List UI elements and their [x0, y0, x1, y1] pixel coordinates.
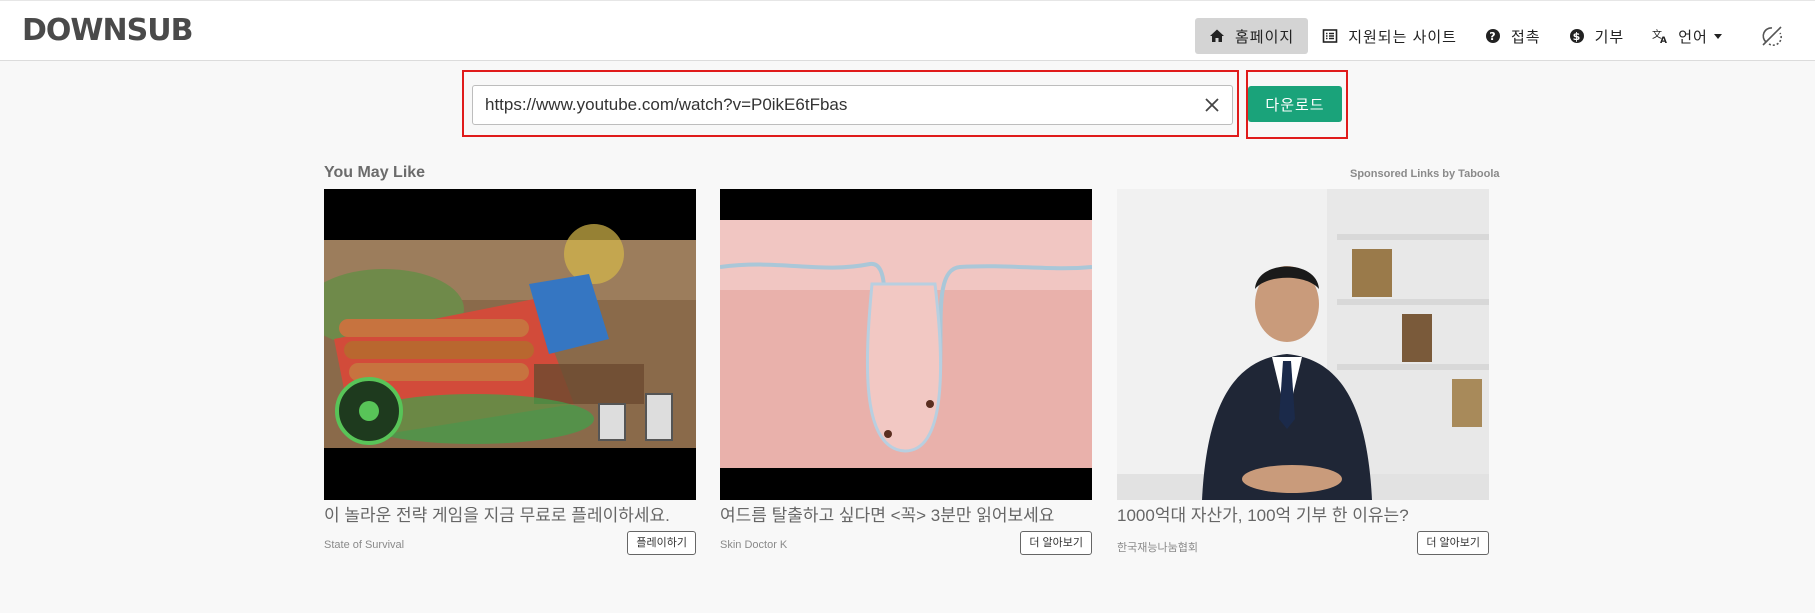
ad-card-skin[interactable]: 여드름 탈출하고 싶다면 <꼭> 3분만 읽어보세요 Skin Doctor K…: [720, 189, 1092, 557]
learn-more-button[interactable]: 더 알아보기: [1417, 531, 1489, 555]
nav-label: 홈페이지: [1235, 28, 1295, 46]
nav-item-home[interactable]: 홈페이지: [1195, 18, 1309, 54]
play-button[interactable]: 플레이하기: [627, 531, 696, 555]
ad-image-skin[interactable]: [720, 189, 1092, 500]
ad-source: State of Survival: [324, 539, 405, 551]
nav-item-supported-sites[interactable]: 지원되는 사이트: [1308, 18, 1471, 54]
downsub-logo[interactable]: DOWNSUB: [22, 11, 193, 57]
nav-item-donate[interactable]: $ 기부: [1555, 18, 1639, 54]
ad-footer: Skin Doctor K 더 알아보기: [720, 531, 1092, 557]
svg-text:A: A: [1660, 36, 1668, 44]
url-search-box: [472, 85, 1233, 125]
close-icon[interactable]: [1202, 95, 1222, 115]
ad-image-donation[interactable]: [1117, 189, 1489, 500]
ad-card-donation[interactable]: 1000억대 자산가, 100억 기부 한 이유는? 한국재능나눔협회 더 알아…: [1117, 189, 1489, 557]
svg-text:$: $: [1572, 30, 1581, 43]
ad-card-game[interactable]: 이 놀라운 전략 게임을 지금 무료로 플레이하세요. State of Sur…: [324, 189, 696, 557]
learn-more-button[interactable]: 더 알아보기: [1020, 531, 1092, 555]
nav-label: 기부: [1594, 28, 1625, 46]
nav-item-contact[interactable]: ? 접촉: [1471, 18, 1555, 54]
ad-image-game[interactable]: [324, 189, 696, 500]
translate-icon: 文A: [1652, 28, 1668, 44]
ad-title[interactable]: 여드름 탈출하고 싶다면 <꼭> 3분만 읽어보세요: [720, 505, 1092, 527]
theme-toggle-icon[interactable]: [1760, 24, 1784, 48]
nav-label: 접촉: [1510, 28, 1541, 46]
download-button[interactable]: 다운로드: [1248, 86, 1342, 122]
main-nav: 홈페이지 지원되는 사이트 ? 접촉 $ 기부 文A 언어: [1195, 18, 1736, 54]
nav-label: 지원되는 사이트: [1348, 28, 1457, 46]
ad-title[interactable]: 이 놀라운 전략 게임을 지금 무료로 플레이하세요.: [324, 505, 696, 527]
ad-source: 한국재능나눔협회: [1117, 542, 1198, 554]
sponsored-links[interactable]: Sponsored Links by Taboola: [1350, 168, 1500, 180]
dollar-icon: $: [1569, 28, 1585, 44]
svg-text:?: ?: [1489, 30, 1496, 43]
ad-source: Skin Doctor K: [720, 539, 788, 551]
logo-text: DOWNSUB: [22, 13, 193, 48]
list-icon: [1322, 28, 1338, 44]
url-input[interactable]: [485, 86, 1185, 124]
ad-footer: 한국재능나눔협회 더 알아보기: [1117, 531, 1489, 557]
ad-footer: State of Survival 플레이하기: [324, 531, 696, 557]
top-header: DOWNSUB 홈페이지 지원되는 사이트 ? 접촉 $ 기부 文 A 언어: [0, 0, 1815, 61]
question-icon: ?: [1485, 28, 1501, 44]
nav-label: 언어: [1678, 28, 1708, 46]
nav-item-language[interactable]: 文A 언어: [1638, 18, 1736, 54]
feed-title: You May Like: [324, 164, 426, 181]
chevron-down-icon: [1713, 33, 1722, 39]
home-icon: [1209, 28, 1225, 44]
ad-title[interactable]: 1000억대 자산가, 100억 기부 한 이유는?: [1117, 505, 1489, 527]
